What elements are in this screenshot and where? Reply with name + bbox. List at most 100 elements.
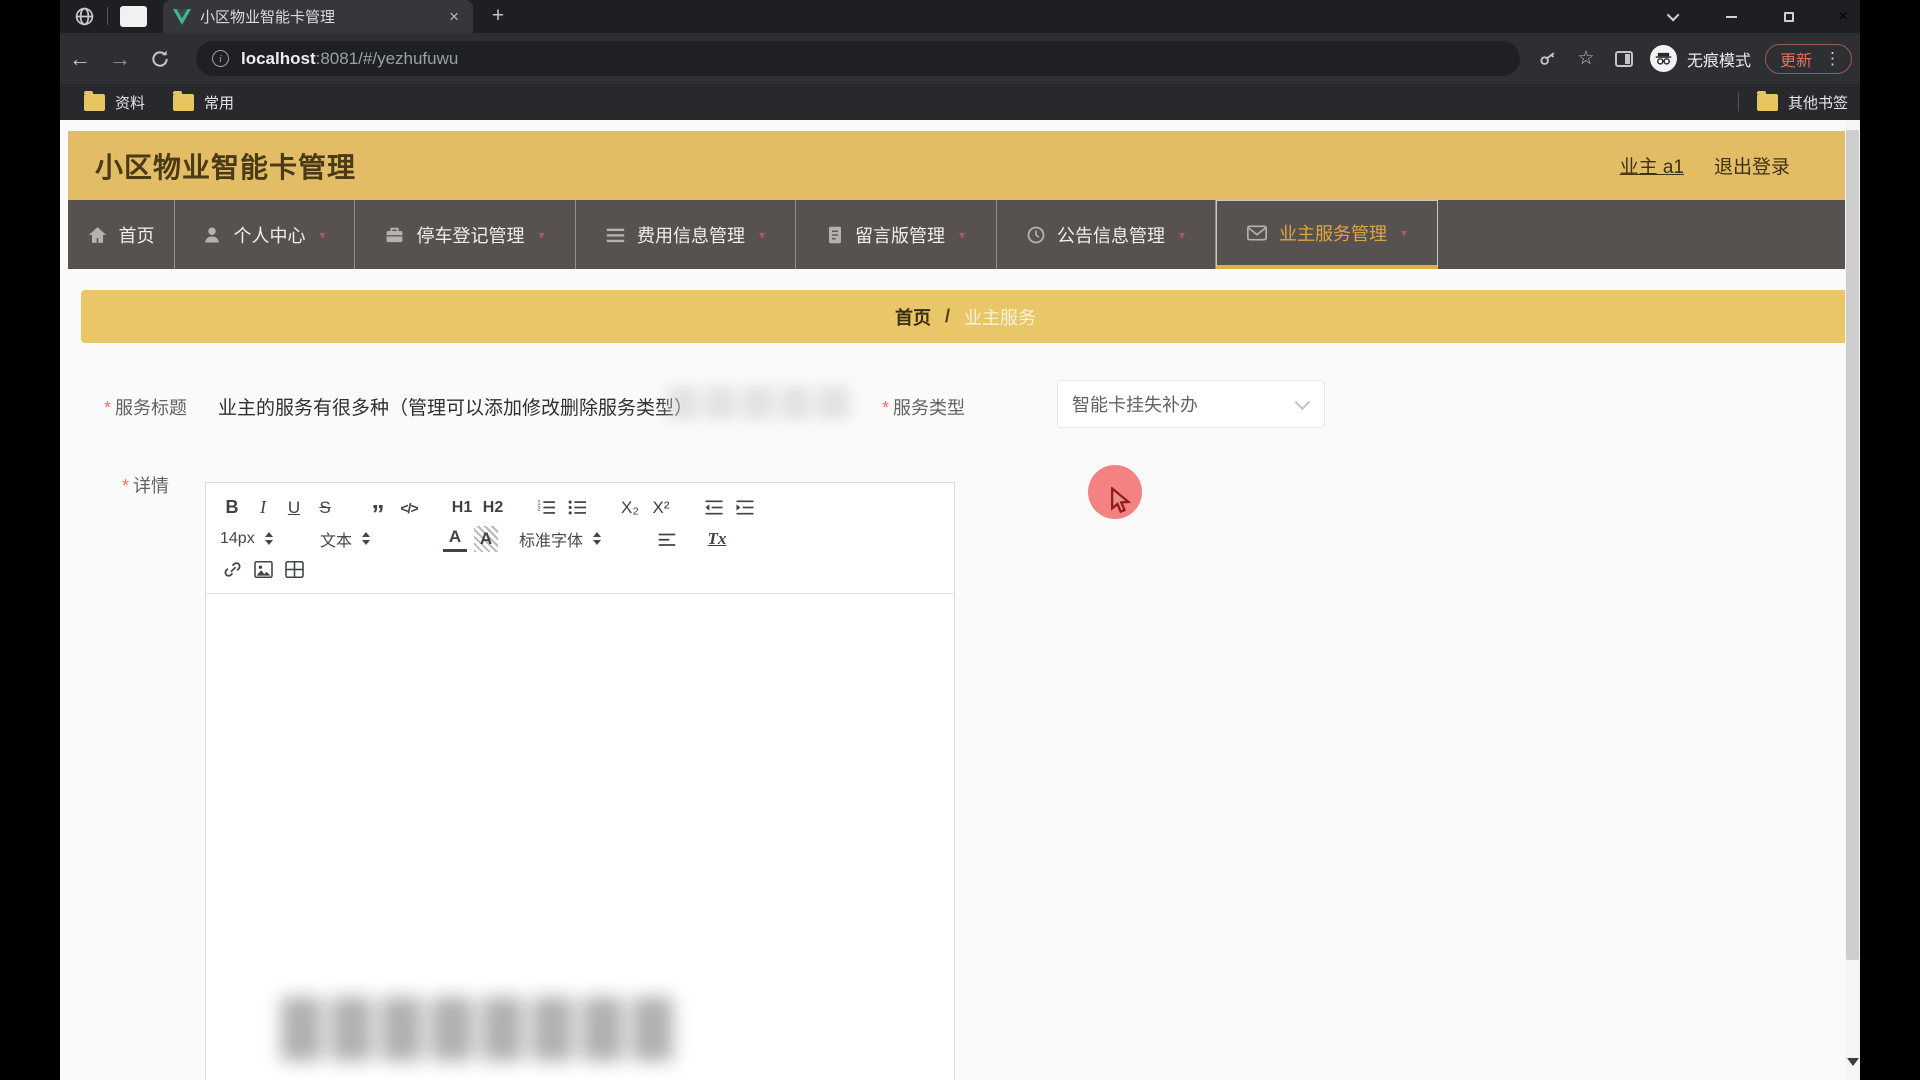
back-button[interactable]: ← [60,46,100,72]
forward-button[interactable]: → [100,46,140,72]
nav-item-parking[interactable]: 停车登记管理 ▾ [355,200,576,269]
toolbar-right: ☆ 无痕模式 更新 ⋮ [1536,33,1860,84]
tab-search-icon[interactable] [1653,0,1695,33]
nav-item-personal-center[interactable]: 个人中心 ▾ [175,200,355,269]
ordered-list-button[interactable]: 12 [534,495,558,521]
insert-video-button[interactable] [282,557,306,583]
chevron-down-icon: ▾ [1179,228,1185,242]
updown-icon [362,532,370,545]
maximize-button[interactable] [1768,0,1810,33]
password-key-icon[interactable] [1536,47,1560,71]
background-color-button[interactable]: A [474,526,498,552]
chevron-down-icon: ▾ [538,228,544,242]
active-tab[interactable]: 小区物业智能卡管理 × [163,0,473,33]
insert-image-button[interactable] [251,557,275,583]
font-family-value: 标准字体 [519,527,583,551]
folder-icon [1757,94,1778,111]
site-info-icon[interactable]: i [212,50,229,67]
heading1-button[interactable]: H1 [450,495,474,521]
nav-item-message-board[interactable]: 留言版管理 ▾ [796,200,997,269]
blockquote-button[interactable]: ” [366,495,390,521]
update-button[interactable]: 更新 ⋮ [1765,44,1852,74]
rich-text-editor: B I U S ” </> H1 H2 12 [205,482,955,1080]
address-bar[interactable]: i localhost:8081/#/yezhufuwu [196,41,1520,76]
briefcase-icon [385,226,404,244]
code-block-button[interactable]: </> [397,495,421,521]
editor-content[interactable] [206,594,954,1080]
underline-button[interactable]: U [282,495,306,521]
paragraph-format-select[interactable]: 文本 [320,527,419,551]
bookmarks-divider [1738,93,1739,111]
indent-button[interactable] [733,495,757,521]
tab-strip: 小区物业智能卡管理 × + × [60,0,1860,33]
bookmarks-bar: 资料 常用 其他书签 [60,84,1860,120]
pinned-tab-icon[interactable] [120,6,147,27]
font-size-select[interactable]: 14px [220,530,320,548]
url-text: localhost:8081/#/yezhufuwu [241,49,458,69]
bold-button[interactable]: B [220,495,244,521]
current-user-link[interactable]: 业主 a1 [1620,152,1684,179]
subscript-button[interactable]: X₂ [618,495,642,521]
vue-logo-icon [173,9,191,25]
breadcrumb: 首页 / 业主服务 [81,290,1850,343]
bookmark-label: 资料 [115,92,145,113]
nav-item-home[interactable]: 首页 [68,200,175,269]
scrollbar-thumb[interactable] [1846,130,1859,960]
required-marker: * [104,398,111,418]
bookmark-star-icon[interactable]: ☆ [1574,47,1598,71]
nav-item-owner-services[interactable]: 业主服务管理 ▾ [1216,200,1438,269]
url-path: :8081/#/yezhufuwu [316,49,459,68]
breadcrumb-home-link[interactable]: 首页 [895,304,931,330]
text-color-button[interactable]: A [443,526,467,552]
italic-button[interactable]: I [251,495,275,521]
nav-label: 个人中心 [233,222,305,248]
browser-menu-icon[interactable]: ⋮ [1820,49,1845,69]
superscript-button[interactable]: X² [649,495,673,521]
tab-separator [107,7,108,25]
outdent-button[interactable] [702,495,726,521]
bookmark-folder-1[interactable]: 资料 [84,92,145,113]
updown-icon [593,532,601,545]
nav-item-fees[interactable]: 费用信息管理 ▾ [576,200,796,269]
strikethrough-button[interactable]: S [313,495,337,521]
bullet-list-button[interactable] [565,495,589,521]
incognito-avatar-icon[interactable] [1650,45,1677,72]
chevron-down-icon: ▾ [319,228,325,242]
nav-item-announcements[interactable]: 公告信息管理 ▾ [997,200,1216,269]
browser-toolbar: ← → i localhost:8081/#/yezhufuwu ☆ 无痕模式 … [60,33,1860,84]
heading2-button[interactable]: H2 [481,495,505,521]
side-panel-icon[interactable] [1612,47,1636,71]
service-type-select[interactable]: 智能卡挂失补办 [1057,380,1325,428]
align-button[interactable] [655,526,679,552]
other-bookmarks[interactable]: 其他书签 [1738,92,1848,113]
globe-icon[interactable] [74,6,95,27]
page-scrollbar[interactable] [1845,120,1860,1080]
window-close-button[interactable]: × [1822,0,1864,33]
reload-button[interactable] [140,49,180,69]
updown-icon [265,532,273,545]
logout-link[interactable]: 退出登录 [1714,152,1790,179]
insert-link-button[interactable] [220,557,244,583]
cursor-icon [1110,487,1132,515]
scrollbar-down-arrow-icon[interactable] [1847,1058,1859,1066]
bookmark-folder-2[interactable]: 常用 [173,92,234,113]
redacted-blur [667,386,849,420]
breadcrumb-current-link[interactable]: 业主服务 [964,304,1036,330]
minimize-button[interactable] [1710,0,1752,33]
breadcrumb-separator: / [945,306,950,327]
new-tab-button[interactable]: + [485,4,511,28]
browser-window: 小区物业智能卡管理 × + × ← → i localhost:8081/#/y… [60,0,1860,1080]
editor-toolbar: B I U S ” </> H1 H2 12 [206,483,954,594]
mail-icon [1247,225,1267,241]
chevron-down-icon: ▾ [759,228,765,242]
tab-close-icon[interactable]: × [445,7,463,27]
clear-format-button[interactable]: Tx [705,526,729,552]
user-icon [203,226,221,244]
nav-label: 公告信息管理 [1057,222,1165,248]
service-title-field[interactable]: 业主的服务有很多种（管理可以添加修改删除服务类型） [218,393,693,420]
chevron-down-icon: ▾ [959,228,965,242]
click-highlight [1088,465,1142,519]
font-family-select[interactable]: 标准字体 [519,527,629,551]
app-header: 小区物业智能卡管理 业主 a1 退出登录 [68,131,1852,200]
bookmark-label: 常用 [204,92,234,113]
